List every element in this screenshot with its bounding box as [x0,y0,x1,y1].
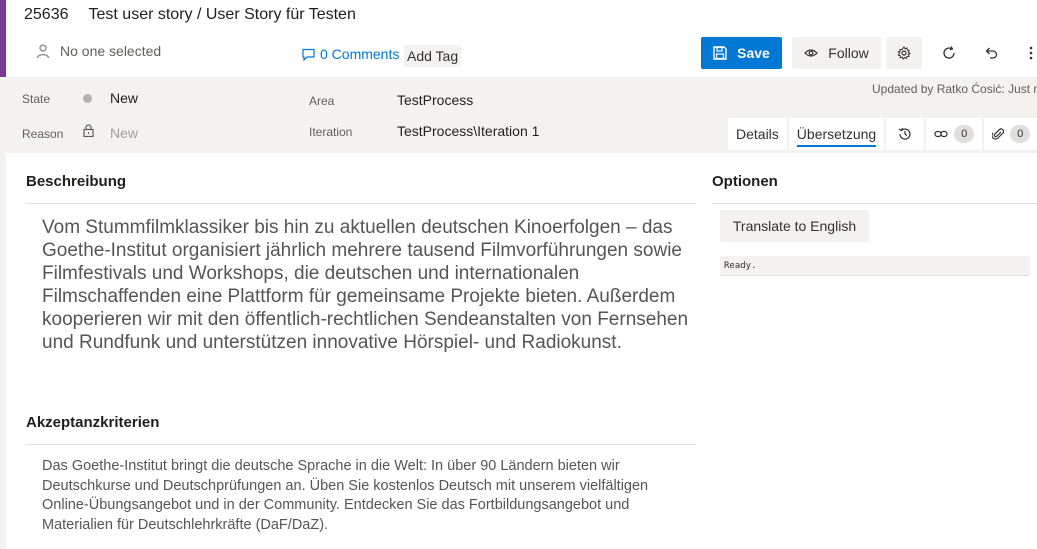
iteration-field[interactable]: TestProcess\Iteration 1 [397,123,539,139]
save-label: Save [737,45,770,61]
area-label: Area [309,94,335,108]
reason-field: New [110,125,139,141]
area-field[interactable]: TestProcess [397,92,473,108]
add-tag-button[interactable]: Add Tag [404,45,462,67]
state-dropdown[interactable]: New [110,90,138,106]
work-item-title-row: 25636 Test user story / User Story für T… [24,4,356,26]
assigned-to-picker[interactable]: No one selected [36,43,161,59]
paperclip-icon [992,128,1005,140]
save-icon [713,46,727,60]
description-heading: Beschreibung [26,173,127,190]
comments-count-label: 0 Comments [320,46,400,62]
acceptance-editor[interactable]: Das Goethe-Institut bringt die deutsche … [42,457,692,535]
translation-status-box: Ready. [720,256,1030,276]
tab-links[interactable]: 0 [926,118,983,150]
state-indicator-dot [83,94,92,103]
tab-uebersetzung[interactable]: Übersetzung [788,118,885,150]
iteration-label: Iteration [309,125,353,139]
options-divider [712,203,1037,204]
eye-icon [804,49,819,57]
settings-button[interactable] [886,37,922,69]
comments-link[interactable]: 0 Comments [302,46,399,62]
refresh-button[interactable] [938,40,960,66]
work-item-type-color-bar [0,0,6,77]
lock-icon [83,124,94,137]
more-vertical-icon [1029,46,1032,60]
translate-to-english-button[interactable]: Translate to English [720,210,869,242]
link-icon [934,130,948,138]
comment-icon [302,48,315,61]
acceptance-heading: Akzeptanzkriterien [26,414,160,431]
tab-uebersetzung-label: Übersetzung [796,126,877,142]
person-icon [36,44,50,59]
refresh-icon [943,46,955,59]
tab-details[interactable]: Details [728,118,787,150]
follow-button[interactable]: Follow [792,37,881,69]
page-tabs: Details Übersetzung 0 0 [728,118,1037,150]
undo-icon [985,47,998,59]
tab-details-label: Details [736,126,779,142]
reason-label: Reason [22,127,64,141]
gear-icon [897,46,911,60]
work-item-title[interactable]: Test user story / User Story für Testen [89,6,356,24]
attachments-count-badge: 0 [1010,125,1031,143]
updated-by-text: Updated by Ratko Ćosić: Just now [872,82,1037,96]
acceptance-divider [26,444,696,445]
assigned-to-label: No one selected [60,43,162,59]
options-heading: Optionen [712,173,778,190]
description-divider [26,203,696,204]
history-icon [898,127,911,140]
tab-history[interactable] [886,118,925,150]
description-editor[interactable]: Vom Stummfilmklassiker bis hin zu aktuel… [42,216,692,354]
more-actions-button[interactable] [1024,40,1037,66]
work-item-id: 25636 [24,6,69,23]
follow-label: Follow [828,45,869,61]
state-label: State [22,92,51,106]
save-button[interactable]: Save [701,37,782,69]
undo-button[interactable] [980,40,1002,66]
links-count-badge: 0 [954,125,975,143]
tab-attachments[interactable]: 0 [984,118,1037,150]
